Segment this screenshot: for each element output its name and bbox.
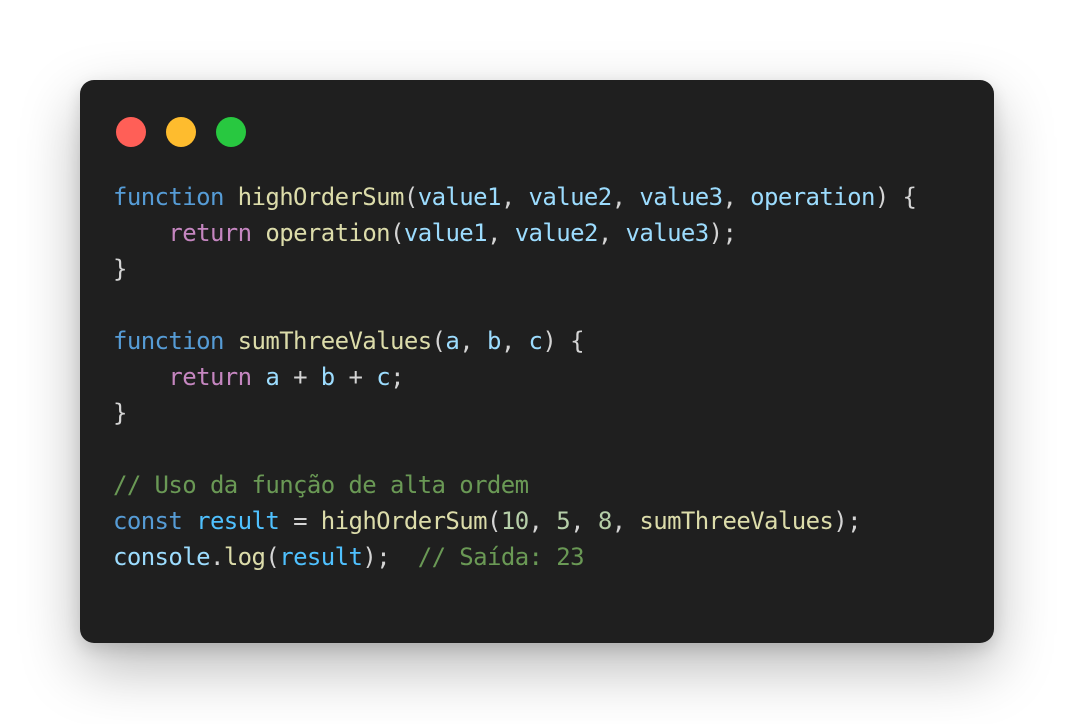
code-token-number: 8 [597, 507, 612, 535]
code-token-control: return [168, 219, 252, 247]
code-token-punctuation: ( [403, 183, 418, 211]
code-token-keyword: function [113, 183, 224, 211]
code-token-function: operation [265, 219, 391, 247]
code-token-variable: operation [750, 183, 875, 211]
code-token-variable: console [113, 543, 211, 571]
code-token-punctuation: , [597, 219, 626, 247]
code-token-variable: b [486, 327, 501, 355]
code-token-number: 10 [500, 507, 529, 535]
code-token-keyword: const [113, 507, 183, 535]
code-token-punctuation: + [334, 363, 377, 391]
minimize-button[interactable] [166, 117, 196, 147]
code-token-function: highOrderSum [320, 507, 488, 535]
window-controls [116, 117, 246, 147]
code-token-punctuation: ); [708, 219, 737, 247]
code-token-punctuation: = [279, 507, 321, 535]
code-token-comment: // Saída: 23 [417, 543, 585, 571]
code-token-variable: value2 [514, 219, 599, 247]
code-line: } [113, 251, 916, 287]
code-token-punctuation: ) { [874, 183, 917, 211]
code-line: const result = highOrderSum(10, 5, 8, su… [113, 503, 916, 539]
code-token-variable: value3 [625, 219, 710, 247]
code-token-variable: a [265, 363, 280, 391]
code-line: return a + b + c; [113, 359, 916, 395]
code-token-variable: value1 [417, 183, 502, 211]
code-line: function sumThreeValues(a, b, c) { [113, 323, 916, 359]
code-token-punctuation: } [113, 255, 127, 283]
code-token-variable: a [445, 327, 460, 355]
code-token-punctuation: , [487, 219, 515, 247]
code-token-punctuation [224, 183, 238, 211]
code-token-punctuation: } [113, 399, 127, 427]
code-token-punctuation: ( [486, 507, 501, 535]
code-token-punctuation [224, 327, 238, 355]
code-token-punctuation: ( [431, 327, 446, 355]
code-block: function highOrderSum(value1, value2, va… [113, 179, 917, 575]
code-token-punctuation: + [279, 363, 321, 391]
code-token-const: result [196, 507, 280, 535]
code-token-function: highOrderSum [237, 183, 405, 211]
code-token-punctuation: , [611, 507, 640, 535]
code-window: function highOrderSum(value1, value2, va… [80, 80, 994, 643]
code-token-punctuation: , [459, 327, 487, 355]
code-token-punctuation: ); [833, 507, 861, 535]
code-token-comment: // Uso da função de alta ordem [113, 471, 529, 499]
code-line: return operation(value1, value2, value3)… [113, 215, 916, 251]
code-token-variable: b [320, 363, 335, 391]
code-token-punctuation [252, 219, 266, 247]
code-token-punctuation: , [722, 183, 751, 211]
code-line: function highOrderSum(value1, value2, va… [113, 179, 917, 215]
zoom-button[interactable] [216, 117, 246, 147]
code-token-punctuation: ) { [542, 327, 584, 355]
code-token-punctuation: , [528, 507, 557, 535]
code-token-punctuation [182, 507, 196, 535]
code-token-number: 5 [556, 507, 571, 535]
code-token-variable: value2 [528, 183, 613, 211]
code-token-punctuation: , [570, 507, 598, 535]
code-line: // Uso da função de alta ordem [113, 467, 916, 503]
code-token-function: sumThreeValues [237, 327, 432, 355]
code-token-punctuation: , [500, 183, 529, 211]
code-token-punctuation: ; [390, 363, 404, 391]
code-token-variable: c [528, 327, 543, 355]
code-token-function: sumThreeValues [639, 507, 834, 535]
code-token-punctuation [113, 363, 168, 391]
code-token-variable: value3 [639, 183, 723, 211]
code-token-punctuation: , [500, 327, 529, 355]
code-token-punctuation: ); [362, 543, 418, 571]
code-token-punctuation: . [209, 543, 224, 571]
code-line: } [113, 395, 916, 431]
code-token-const: result [279, 543, 363, 571]
code-token-function: log [223, 543, 266, 571]
code-line: console.log(result); // Saída: 23 [113, 539, 916, 575]
code-token-variable: c [376, 363, 391, 391]
code-token-punctuation: ( [265, 543, 280, 571]
code-token-punctuation: ( [390, 219, 404, 247]
code-token-keyword: function [113, 327, 224, 355]
code-token-variable: value1 [403, 219, 488, 247]
code-token-punctuation: , [611, 183, 640, 211]
code-token-punctuation [252, 363, 266, 391]
close-button[interactable] [116, 117, 146, 147]
code-token-punctuation [113, 219, 168, 247]
code-token-control: return [168, 363, 252, 391]
